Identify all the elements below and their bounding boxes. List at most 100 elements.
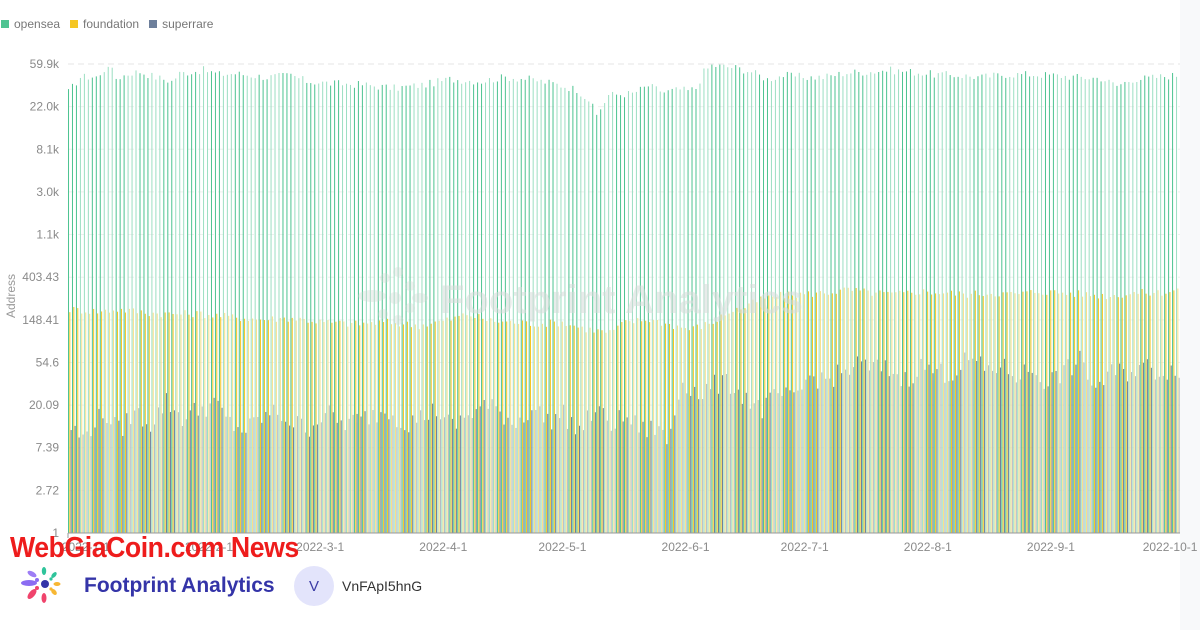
bar-opensea[interactable]: [123, 75, 125, 534]
bar-foundation[interactable]: [164, 312, 166, 533]
bar-opensea[interactable]: [230, 74, 232, 533]
bar-opensea[interactable]: [238, 71, 240, 533]
bar-foundation[interactable]: [939, 294, 941, 533]
bar-foundation[interactable]: [398, 326, 400, 533]
bar-foundation[interactable]: [688, 330, 690, 533]
bar-foundation[interactable]: [502, 321, 504, 533]
bar-superrare[interactable]: [447, 414, 449, 533]
bar-opensea[interactable]: [91, 77, 93, 533]
bar-foundation[interactable]: [184, 310, 186, 533]
bar-foundation[interactable]: [347, 326, 349, 533]
bar-superrare[interactable]: [801, 389, 803, 533]
bar-foundation[interactable]: [1101, 293, 1103, 533]
bar-foundation[interactable]: [406, 321, 408, 533]
bar-opensea[interactable]: [262, 79, 264, 534]
bar-opensea[interactable]: [1080, 76, 1082, 534]
bar-superrare[interactable]: [908, 386, 910, 533]
bar-foundation[interactable]: [927, 291, 929, 533]
bar-superrare[interactable]: [265, 411, 267, 533]
bar-superrare[interactable]: [1063, 365, 1065, 533]
bar-foundation[interactable]: [788, 291, 790, 533]
bar-superrare[interactable]: [1099, 381, 1101, 533]
bar-superrare[interactable]: [670, 428, 672, 533]
bar-opensea[interactable]: [1148, 76, 1150, 533]
bar-opensea[interactable]: [389, 89, 391, 533]
bar-opensea[interactable]: [596, 114, 598, 534]
bar-superrare[interactable]: [968, 360, 970, 533]
bar-opensea[interactable]: [913, 75, 915, 533]
bar-foundation[interactable]: [589, 327, 591, 533]
bar-superrare[interactable]: [932, 373, 934, 533]
bar-foundation[interactable]: [375, 324, 377, 533]
bar-superrare[interactable]: [1103, 385, 1105, 533]
bar-superrare[interactable]: [515, 427, 517, 533]
bar-superrare[interactable]: [404, 430, 406, 533]
bar-superrare[interactable]: [70, 430, 72, 533]
bar-foundation[interactable]: [827, 294, 829, 533]
bar-foundation[interactable]: [69, 312, 71, 533]
bar-foundation[interactable]: [1137, 293, 1139, 533]
bar-opensea[interactable]: [810, 76, 812, 533]
bar-superrare[interactable]: [1146, 359, 1148, 533]
bar-foundation[interactable]: [557, 326, 559, 533]
bar-superrare[interactable]: [1079, 350, 1081, 533]
bar-foundation[interactable]: [1002, 292, 1004, 533]
bar-foundation[interactable]: [653, 320, 655, 533]
bar-opensea[interactable]: [1033, 76, 1035, 533]
bar-superrare[interactable]: [721, 375, 723, 533]
bar-foundation[interactable]: [1161, 295, 1163, 533]
bar-superrare[interactable]: [217, 400, 219, 533]
bar-foundation[interactable]: [176, 314, 178, 533]
bar-foundation[interactable]: [768, 295, 770, 533]
bar-foundation[interactable]: [109, 312, 111, 533]
bar-superrare[interactable]: [1075, 364, 1077, 533]
bar-foundation[interactable]: [355, 320, 357, 533]
bar-superrare[interactable]: [725, 374, 727, 533]
bar-superrare[interactable]: [948, 381, 950, 533]
bar-opensea[interactable]: [342, 85, 344, 533]
bar-foundation[interactable]: [1089, 296, 1091, 533]
bar-opensea[interactable]: [322, 81, 324, 533]
bar-superrare[interactable]: [436, 416, 438, 533]
bar-foundation[interactable]: [708, 323, 710, 533]
bar-superrare[interactable]: [455, 428, 457, 533]
bar-superrare[interactable]: [817, 388, 819, 533]
bar-foundation[interactable]: [351, 322, 353, 533]
bar-foundation[interactable]: [522, 320, 524, 533]
bar-opensea[interactable]: [111, 67, 113, 533]
bar-foundation[interactable]: [315, 323, 317, 533]
bar-superrare[interactable]: [78, 437, 80, 534]
bar-superrare[interactable]: [416, 422, 418, 533]
bar-foundation[interactable]: [796, 297, 798, 533]
bar-opensea[interactable]: [1176, 76, 1178, 533]
bar-foundation[interactable]: [573, 325, 575, 533]
bar-foundation[interactable]: [526, 321, 528, 533]
bar-superrare[interactable]: [293, 427, 295, 533]
bar-opensea[interactable]: [1088, 79, 1090, 533]
bar-superrare[interactable]: [483, 400, 485, 533]
bar-foundation[interactable]: [490, 318, 492, 533]
bar-opensea[interactable]: [1064, 75, 1066, 534]
bar-superrare[interactable]: [527, 420, 529, 533]
bar-opensea[interactable]: [1056, 74, 1058, 534]
bar-opensea[interactable]: [171, 80, 173, 533]
bar-superrare[interactable]: [285, 421, 287, 533]
bar-foundation[interactable]: [77, 308, 79, 533]
bar-foundation[interactable]: [903, 292, 905, 533]
bar-foundation[interactable]: [895, 292, 897, 533]
bar-superrare[interactable]: [249, 418, 251, 533]
bar-opensea[interactable]: [1112, 82, 1114, 533]
bar-superrare[interactable]: [1127, 381, 1129, 533]
bar-superrare[interactable]: [952, 380, 954, 533]
bar-superrare[interactable]: [380, 412, 382, 533]
bar-opensea[interactable]: [1124, 81, 1126, 534]
bar-superrare[interactable]: [138, 408, 140, 533]
bar-superrare[interactable]: [475, 409, 477, 533]
bar-superrare[interactable]: [841, 373, 843, 533]
bar-foundation[interactable]: [665, 323, 667, 533]
bar-foundation[interactable]: [454, 316, 456, 533]
bar-opensea[interactable]: [1009, 76, 1011, 533]
bar-superrare[interactable]: [602, 408, 604, 533]
bar-foundation[interactable]: [478, 314, 480, 533]
bar-foundation[interactable]: [224, 312, 226, 533]
